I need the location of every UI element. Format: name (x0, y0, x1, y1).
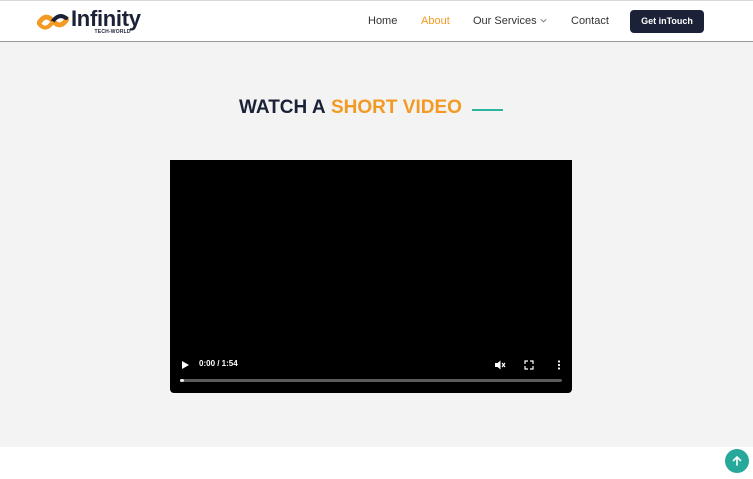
heading-text-dark: WATCH A (239, 97, 326, 118)
heading-text-accent: SHORT VIDEO (331, 97, 462, 118)
navbar: Infinity TECH-WORLD Home About Our Servi… (0, 0, 753, 42)
video-progress-track[interactable] (180, 379, 562, 382)
video-progress-fill (180, 379, 184, 382)
fullscreen-icon[interactable] (523, 359, 535, 371)
get-in-touch-button[interactable]: Get inTouch (630, 10, 704, 33)
play-icon[interactable] (180, 360, 190, 370)
nav-link-our-services[interactable]: Our Services (473, 15, 548, 27)
video-player[interactable]: 0:00 / 1:54 (170, 160, 572, 393)
nav-link-about[interactable]: About (421, 15, 450, 27)
mute-icon[interactable] (494, 359, 506, 371)
nav-link-our-services-label: Our Services (473, 15, 537, 27)
more-options-icon[interactable] (553, 359, 565, 371)
nav-link-contact[interactable]: Contact (571, 15, 609, 27)
heading-decorative-line (472, 109, 503, 111)
arrow-up-icon (732, 455, 742, 466)
nav-link-home[interactable]: Home (368, 15, 397, 27)
video-time-display: 0:00 / 1:54 (199, 359, 238, 368)
video-section: WATCH A SHORT VIDEO 0:00 / 1:54 (0, 42, 753, 447)
scroll-to-top-button[interactable] (725, 449, 749, 473)
section-heading: WATCH A SHORT VIDEO (0, 97, 753, 121)
chevron-down-icon (540, 18, 547, 23)
